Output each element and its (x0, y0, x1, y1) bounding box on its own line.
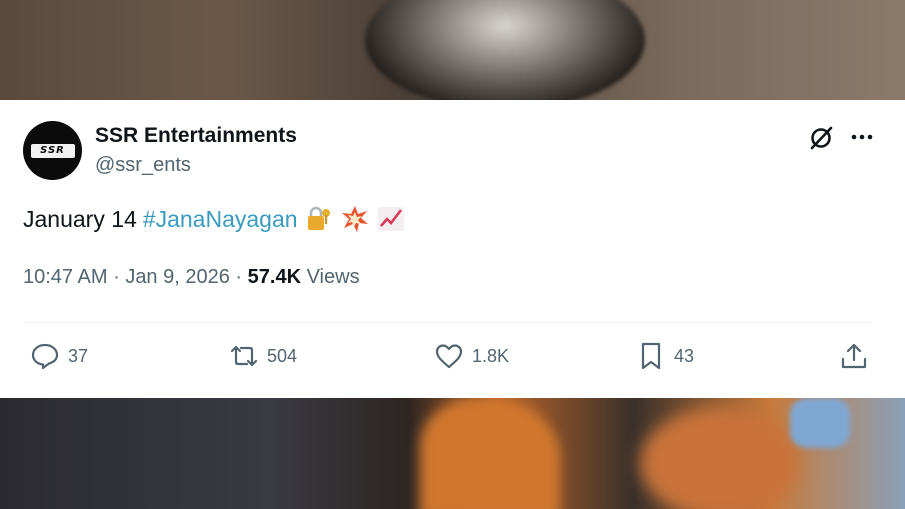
repost-count: 504 (267, 345, 298, 366)
chart-increasing-icon (377, 207, 404, 231)
background-image-bottom (0, 398, 905, 509)
background-blur-shape (365, 0, 645, 100)
meta-separator: · (113, 266, 120, 288)
collision-icon (341, 206, 368, 232)
tweet-card[interactable]: SSR SSR Entertainments @ssr_ents January… (0, 100, 905, 398)
hashtag-link[interactable]: #JanaNayagan (143, 206, 298, 233)
heart-icon (435, 344, 463, 369)
tweet-date[interactable]: Jan 9, 2026 (125, 266, 230, 288)
tweet-text-prefix: January 14 (23, 205, 137, 232)
bookmark-button[interactable]: 43 (636, 340, 694, 372)
bookmark-count: 43 (674, 345, 695, 366)
share-icon (841, 343, 867, 369)
reply-icon (31, 343, 59, 370)
lock-with-key-icon (307, 206, 330, 230)
tweet-time[interactable]: 10:47 AM (23, 266, 108, 288)
tweet-meta: 10:47 AM · Jan 9, 2026 · 57.4K Views (23, 266, 360, 289)
grok-icon[interactable] (807, 124, 835, 152)
tweet-text: January 14 #JanaNayagan (23, 204, 406, 234)
author-handle[interactable]: @ssr_ents (95, 154, 191, 177)
background-image-top (0, 0, 905, 100)
like-button[interactable]: 1.8K (434, 340, 509, 372)
avatar[interactable]: SSR (23, 121, 82, 180)
like-count: 1.8K (472, 345, 510, 366)
repost-icon (230, 345, 258, 367)
author-name[interactable]: SSR Entertainments (95, 124, 297, 148)
background-blur-shape (420, 398, 560, 509)
reply-count: 37 (68, 345, 89, 366)
meta-separator: · (235, 266, 243, 288)
views-count[interactable]: 57.4K (248, 266, 301, 288)
more-icon[interactable] (849, 124, 875, 150)
divider (23, 322, 873, 323)
repost-button[interactable]: 504 (229, 340, 297, 372)
share-button[interactable] (839, 340, 869, 372)
bookmark-icon (641, 342, 661, 370)
background-blur-shape (640, 408, 800, 509)
avatar-logo: SSR (30, 143, 75, 158)
background-blur-shape (790, 398, 850, 448)
views-label[interactable]: Views (307, 266, 360, 288)
reply-button[interactable]: 37 (30, 340, 88, 372)
